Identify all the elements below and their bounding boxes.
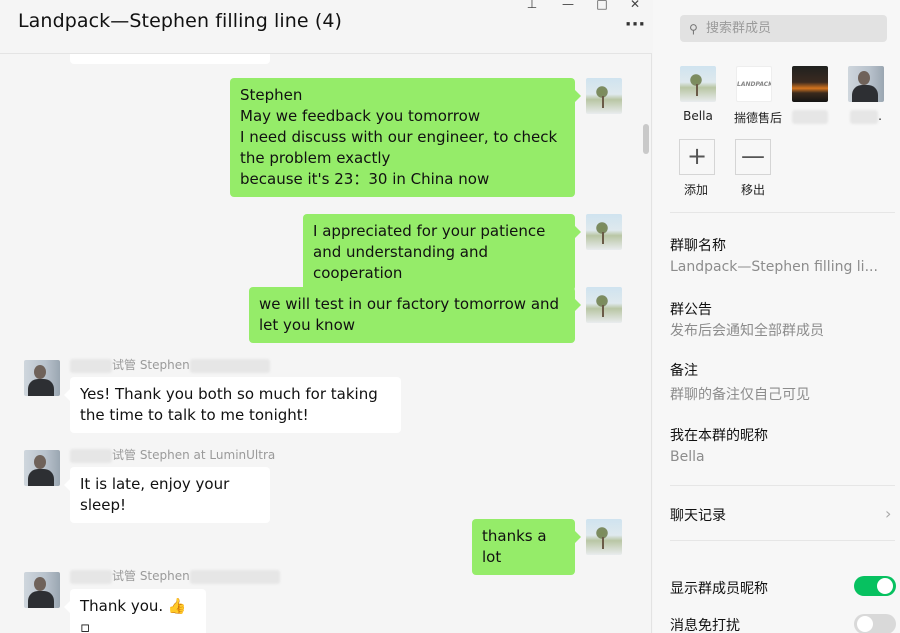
search-icon: ⚲ xyxy=(689,22,698,36)
group-name-label: 群聊名称 xyxy=(670,238,726,254)
nickname-label: 我在本群的昵称 xyxy=(670,428,768,444)
message-bubble-received[interactable]: It is late, enjoy your sleep! xyxy=(64,467,270,523)
chat-history-link[interactable]: 聊天记录 xyxy=(670,505,726,525)
message-bubble-partial xyxy=(70,54,270,64)
toggle-knob xyxy=(877,578,893,594)
member-avatar xyxy=(680,66,716,102)
message-bubble-sent[interactable]: we will test in our factory tomorrow and… xyxy=(249,287,581,343)
mute-label: 消息免打扰 xyxy=(670,618,740,633)
member-sunset[interactable] xyxy=(790,66,830,124)
sender-name: 试管 Stephen xyxy=(70,567,280,584)
pin-icon[interactable]: ⊥ xyxy=(523,0,541,11)
minimize-icon[interactable]: — xyxy=(559,0,577,11)
chat-scrollbar[interactable] xyxy=(643,124,649,154)
chat-panel: Landpack—Stephen filling line (4) ⊥ — □ … xyxy=(0,0,652,633)
member-name: . xyxy=(846,109,886,124)
chat-title: Landpack—Stephen filling line (4) xyxy=(18,10,343,32)
member-avatar[interactable] xyxy=(24,450,60,486)
member-after-sales[interactable]: LANDPACK 揣德售后 xyxy=(734,66,783,126)
show-nickname-toggle[interactable] xyxy=(854,576,896,596)
member-avatar xyxy=(792,66,828,102)
group-name-value[interactable]: Landpack—Stephen filling li... xyxy=(670,259,878,275)
message-bubble-received[interactable]: Yes! Thank you both so much for taking t… xyxy=(64,377,401,433)
sender-name: 试管 Stephen at LuminUltra xyxy=(70,446,275,463)
divider xyxy=(670,485,895,486)
member-avatar xyxy=(848,66,884,102)
close-icon[interactable]: ✕ xyxy=(626,0,644,11)
group-info-panel: ⚲ 搜索群成员 Bella LANDPACK 揣德售后 . + — 添加 移出 … xyxy=(653,0,900,633)
member-bella[interactable]: Bella xyxy=(678,66,718,123)
remark-value[interactable]: 群聊的备注仅自己可见 xyxy=(670,384,810,404)
divider xyxy=(670,540,895,541)
chevron-right-icon: › xyxy=(885,504,892,523)
landpack-logo: LANDPACK xyxy=(736,66,772,102)
chat-header: Landpack—Stephen filling line (4) ⊥ — □ … xyxy=(0,0,652,54)
my-avatar[interactable] xyxy=(586,78,622,114)
nickname-value[interactable]: Bella xyxy=(670,449,705,465)
remove-member-label: 移出 xyxy=(741,183,766,197)
announcement-label: 群公告 xyxy=(670,302,712,318)
my-avatar[interactable] xyxy=(586,214,622,250)
message-bubble-sent[interactable]: thanks a lot xyxy=(472,519,581,575)
toggle-knob xyxy=(857,616,873,632)
member-name: 揣德售后 xyxy=(734,111,783,125)
remark-label: 备注 xyxy=(670,363,698,379)
member-name: Bella xyxy=(683,109,713,123)
remove-member-button[interactable]: — xyxy=(735,139,771,175)
message-bubble-sent[interactable]: Stephen May we feedback you tomorrow I n… xyxy=(230,78,581,197)
divider xyxy=(670,212,895,213)
message-bubble-sent[interactable]: I appreciated for your patience and unde… xyxy=(303,214,581,291)
message-bubble-received[interactable]: Thank you. 👍▫ xyxy=(64,589,206,633)
minus-icon: — xyxy=(741,142,765,170)
mute-toggle[interactable] xyxy=(854,614,896,633)
announcement-value[interactable]: 发布后会通知全部群成员 xyxy=(670,320,824,340)
search-placeholder: 搜索群成员 xyxy=(706,21,772,36)
member-name xyxy=(790,109,830,124)
maximize-icon[interactable]: □ xyxy=(593,0,611,11)
member-stephen[interactable]: . xyxy=(846,66,886,124)
my-avatar[interactable] xyxy=(586,519,622,555)
my-avatar[interactable] xyxy=(586,287,622,323)
plus-icon: + xyxy=(686,142,708,170)
member-avatar[interactable] xyxy=(24,572,60,608)
member-avatar[interactable] xyxy=(24,360,60,396)
member-search-input[interactable]: ⚲ 搜索群成员 xyxy=(680,15,887,42)
add-member-label: 添加 xyxy=(684,183,709,197)
sender-name: 试管 Stephen xyxy=(70,356,270,373)
add-member-button[interactable]: + xyxy=(679,139,715,175)
more-options-icon[interactable]: ··· xyxy=(624,16,646,36)
show-nickname-label: 显示群成员昵称 xyxy=(670,581,768,597)
